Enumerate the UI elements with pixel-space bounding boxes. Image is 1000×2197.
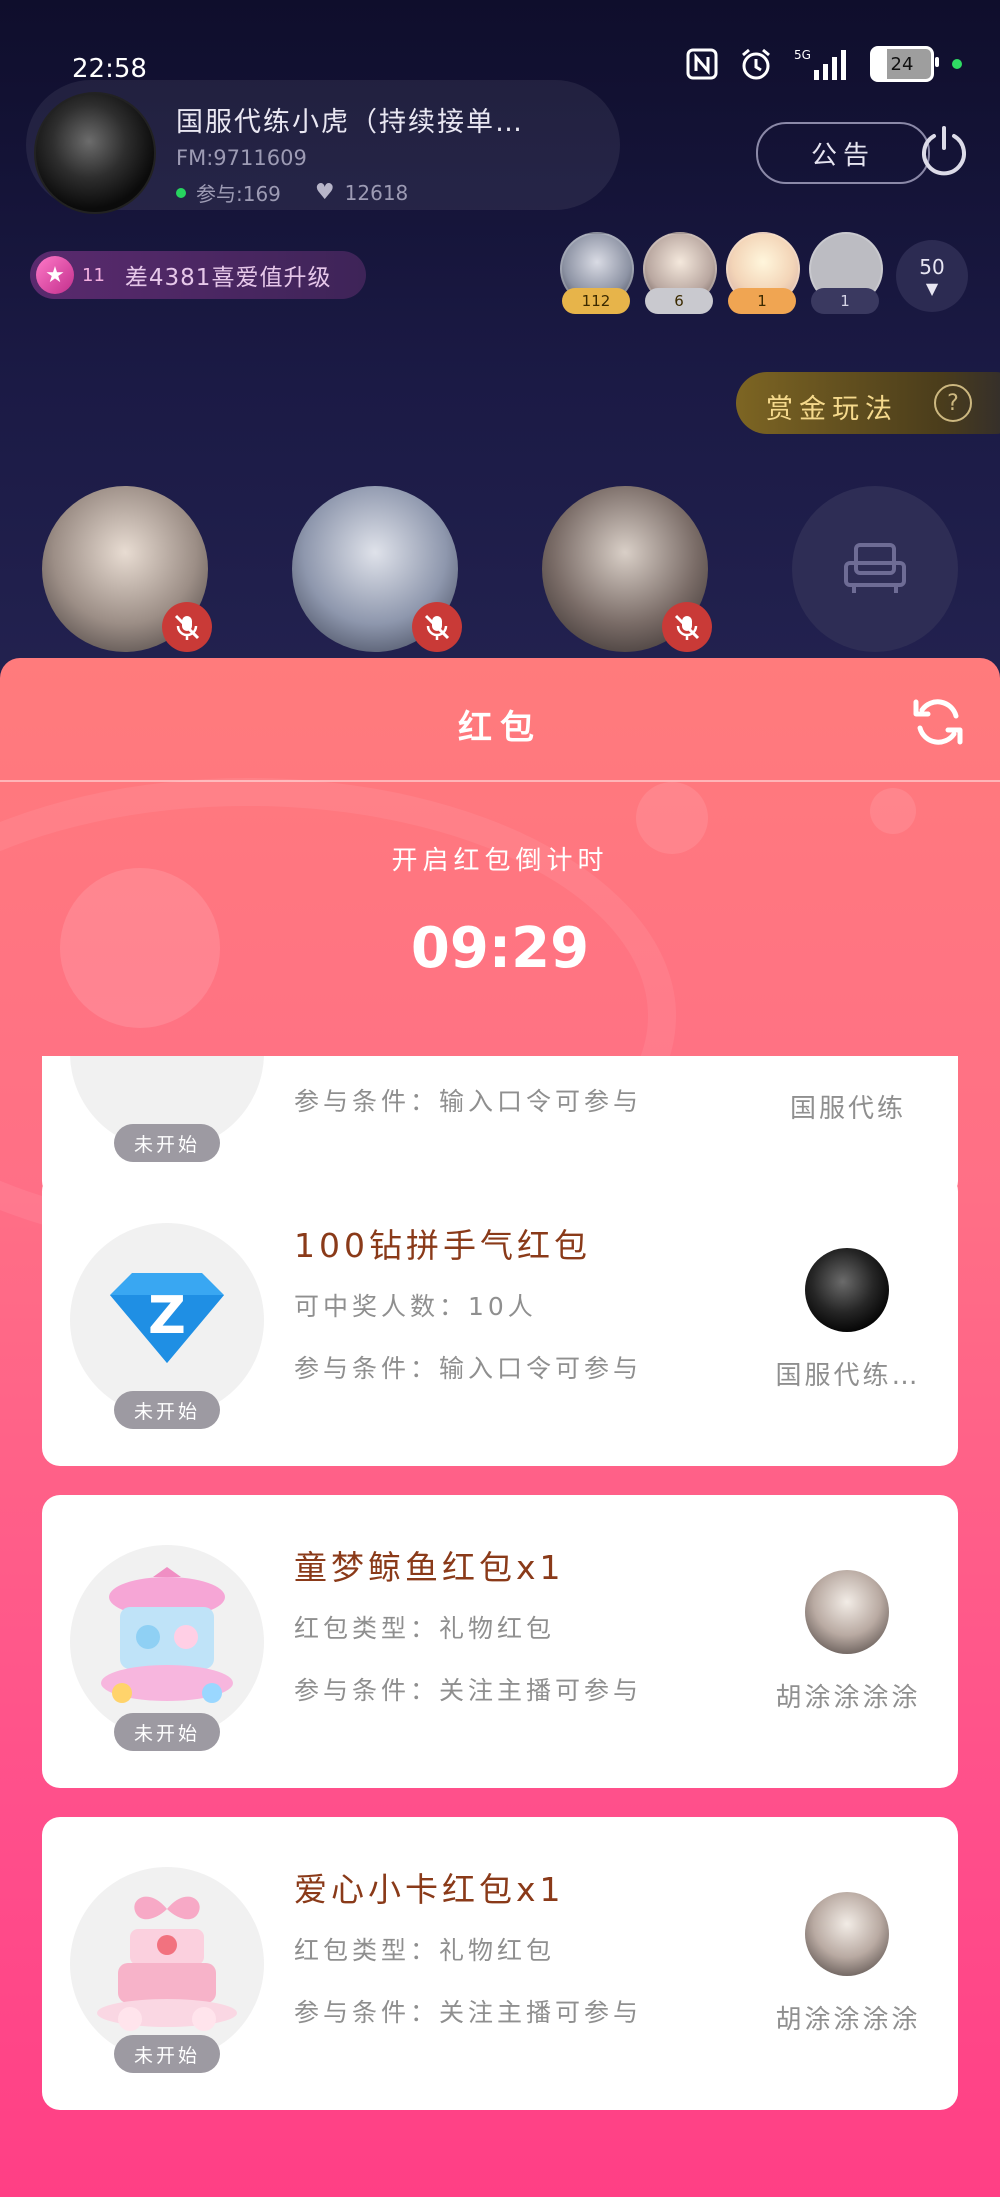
packet-state-badge: 未开始 <box>114 1391 220 1429</box>
red-packet-list[interactable]: 未开始 参与条件：输入口令可参与 国服代练 Z 未开始 100钻拼手气红包 可中… <box>0 1056 1000 2197</box>
online-dot <box>176 187 186 198</box>
star-icon: ★ <box>36 256 74 294</box>
audience-count-badge: 112 <box>562 288 630 314</box>
bounty-label: 赏金玩法 <box>766 394 898 425</box>
signal-5g-icon: 5G <box>792 46 852 82</box>
audience-avatar[interactable]: 6 <box>643 232 717 318</box>
packet-info: 红包类型：礼物红包 <box>294 1936 556 1965</box>
likes-count: 12618 <box>344 180 409 205</box>
nfc-icon <box>684 46 720 82</box>
participants-count: 参与:169 <box>196 182 281 206</box>
sender-name: 国服代练… <box>775 1361 921 1391</box>
bounty-play-button[interactable]: 赏金玩法 ? <box>736 372 1000 434</box>
sender-name: 国服代练 <box>789 1094 906 1124</box>
battery-icon: 24 <box>870 46 939 82</box>
host-avatar[interactable] <box>34 92 156 214</box>
empty-mic-seat[interactable] <box>792 486 958 652</box>
audience-avatar[interactable]: 1 <box>809 232 883 318</box>
sender-name: 胡涂涂涂涂 <box>775 2005 921 2035</box>
countdown-label: 开启红包倒计时 <box>391 846 609 876</box>
countdown-timer: 09:29 <box>410 916 590 981</box>
chevron-down-icon: ▼ <box>925 278 939 298</box>
packet-thumbnail: Z <box>70 1223 264 1417</box>
room-info-card[interactable]: 国服代练小虎（持续接单… FM:9711609 参与:169 ♥ 12618 <box>26 80 620 214</box>
packet-state-badge: 未开始 <box>114 2035 220 2073</box>
level-badge[interactable]: ★ 11 差4381喜爱值升级 <box>30 251 366 299</box>
notice-button[interactable]: 公告 <box>756 122 930 184</box>
heart-icon: ♥ <box>314 180 335 205</box>
red-packet-card[interactable]: Z 未开始 100钻拼手气红包 可中奖人数：10人 参与条件：输入口令可参与 国… <box>42 1173 958 1466</box>
cake-gift-icon <box>97 1896 237 2031</box>
packet-condition: 参与条件：输入口令可参与 <box>294 1087 643 1116</box>
alarm-icon <box>738 46 774 82</box>
sheet-title: 红包 <box>458 708 542 748</box>
audience-total: 50 <box>919 254 945 279</box>
room-title: 国服代练小虎（持续接单… <box>176 107 524 138</box>
packet-condition: 参与条件：关注主播可参与 <box>294 1998 643 2027</box>
charging-dot <box>952 59 962 69</box>
packet-state-badge: 未开始 <box>114 1713 220 1751</box>
sender-avatar[interactable] <box>805 1570 889 1654</box>
carousel-gift-icon <box>101 1567 233 1703</box>
audience-count-badge: 6 <box>645 288 713 314</box>
mic-muted-icon <box>412 602 462 652</box>
svg-text:5G: 5G <box>794 48 811 62</box>
mic-muted-icon <box>662 602 712 652</box>
audience-avatar[interactable]: 112 <box>560 232 634 318</box>
sender-avatar[interactable] <box>805 1892 889 1976</box>
diamond-z-icon: Z <box>110 1273 224 1363</box>
refresh-icon[interactable] <box>910 694 966 750</box>
room-fm-id: FM:9711609 <box>176 146 307 170</box>
packet-name: 童梦鲸鱼红包x1 <box>294 1548 565 1587</box>
audience-count-badge: 1 <box>811 288 879 314</box>
red-packet-card[interactable]: 未开始 爱心小卡红包x1 红包类型：礼物红包 参与条件：关注主播可参与 胡涂涂涂… <box>42 1817 958 2110</box>
status-icons: 5G 24 <box>684 46 962 82</box>
packet-condition: 参与条件：输入口令可参与 <box>294 1354 643 1383</box>
audience-avatar[interactable]: 1 <box>726 232 800 318</box>
mic-seat[interactable] <box>292 486 462 652</box>
mic-seat[interactable] <box>542 486 712 652</box>
red-packet-card[interactable]: 未开始 童梦鲸鱼红包x1 红包类型：礼物红包 参与条件：关注主播可参与 胡涂涂涂… <box>42 1495 958 1788</box>
sender-name: 胡涂涂涂涂 <box>775 1683 921 1713</box>
audience-more-button[interactable]: 50 ▼ <box>896 240 968 312</box>
packet-name: 100钻拼手气红包 <box>294 1226 591 1265</box>
packet-info: 可中奖人数：10人 <box>294 1292 537 1321</box>
room-stats: 参与:169 ♥ 12618 <box>176 178 408 207</box>
red-packet-sheet: 红包 开启红包倒计时 09:29 未开始 参与条件：输入口令可参与 国服代练 Z… <box>0 658 1000 2197</box>
packet-state-badge: 未开始 <box>114 1124 220 1162</box>
packet-thumbnail <box>70 1545 264 1739</box>
power-icon[interactable] <box>918 124 970 176</box>
packet-info: 红包类型：礼物红包 <box>294 1614 556 1643</box>
help-icon[interactable]: ? <box>934 384 972 422</box>
sofa-icon <box>844 543 906 593</box>
divider <box>0 780 1000 782</box>
sender-avatar[interactable] <box>805 1248 889 1332</box>
svg-text:Z: Z <box>148 1286 186 1346</box>
mic-muted-icon <box>162 602 212 652</box>
packet-condition: 参与条件：关注主播可参与 <box>294 1676 643 1705</box>
packet-thumbnail <box>70 1867 264 2061</box>
level-number: 11 <box>82 264 105 286</box>
mic-seat[interactable] <box>42 486 212 652</box>
packet-name: 爱心小卡红包x1 <box>294 1870 565 1909</box>
audience-count-badge: 1 <box>728 288 796 314</box>
level-upgrade-text: 差4381喜爱值升级 <box>124 265 332 291</box>
